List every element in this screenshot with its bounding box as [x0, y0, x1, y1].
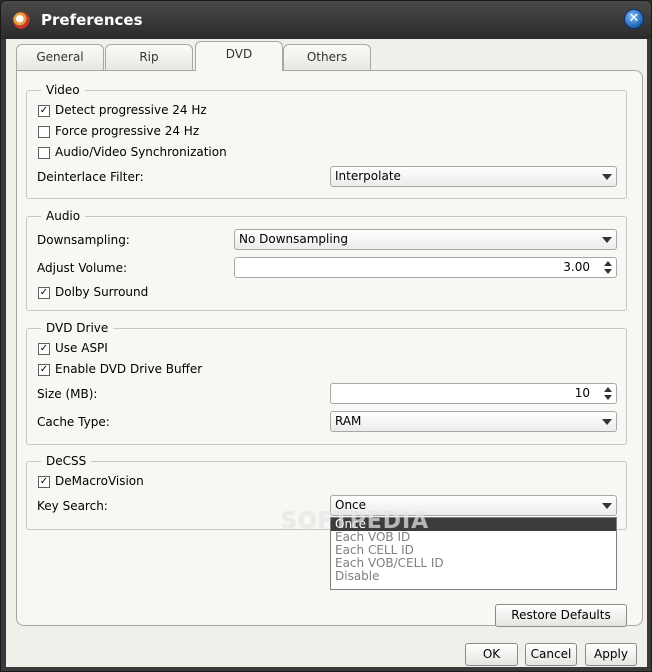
adjust-volume-value: 3.00	[563, 260, 590, 274]
chevron-down-icon	[602, 503, 612, 509]
dolby-surround-checkbox[interactable]: ✓	[38, 287, 50, 299]
size-spinner[interactable]: 10	[330, 383, 617, 404]
use-aspi-label: Use ASPI	[55, 341, 108, 355]
force-progressive-label: Force progressive 24 Hz	[55, 124, 200, 138]
dvd-drive-group-title: DVD Drive	[46, 321, 109, 335]
tab-rip[interactable]: Rip	[105, 44, 193, 70]
size-label: Size (MB):	[37, 387, 98, 401]
downsampling-value: No Downsampling	[239, 232, 348, 246]
chevron-down-icon	[602, 419, 612, 425]
deinterlace-value: Interpolate	[335, 169, 401, 183]
key-search-option[interactable]: Disable	[331, 570, 616, 583]
spin-down-icon[interactable]	[604, 395, 612, 400]
demacrovision-label: DeMacroVision	[55, 474, 144, 488]
use-aspi-checkbox[interactable]: ✓	[38, 343, 50, 355]
downsampling-select[interactable]: No Downsampling	[234, 229, 617, 250]
enable-buffer-checkbox[interactable]: ✓	[38, 364, 50, 376]
app-icon	[13, 12, 30, 29]
force-progressive-checkbox[interactable]	[38, 126, 50, 138]
window-title: Preferences	[41, 11, 143, 29]
spin-down-icon[interactable]	[604, 269, 612, 274]
detect-progressive-checkbox[interactable]: ✓	[38, 105, 50, 117]
spin-up-icon[interactable]	[604, 387, 612, 392]
preferences-window: Preferences ✕ General Rip DVD Others Vid…	[0, 0, 652, 672]
tab-others[interactable]: Others	[283, 44, 371, 70]
cancel-button[interactable]: Cancel	[525, 643, 577, 666]
tab-general[interactable]: General	[16, 44, 104, 70]
apply-button[interactable]: Apply	[585, 643, 637, 666]
title-bar: Preferences ✕	[1, 1, 651, 39]
audio-group-title: Audio	[46, 209, 81, 223]
detect-progressive-label: Detect progressive 24 Hz	[55, 103, 207, 117]
tab-dvd[interactable]: DVD	[195, 41, 283, 71]
size-value: 10	[574, 386, 590, 400]
dolby-surround-label: Dolby Surround	[55, 285, 149, 299]
chevron-down-icon	[602, 237, 612, 243]
downsampling-label: Downsampling:	[37, 233, 130, 247]
cache-type-select[interactable]: RAM	[330, 411, 617, 432]
adjust-volume-spinner[interactable]: 3.00	[234, 257, 617, 278]
av-sync-checkbox[interactable]	[38, 147, 50, 159]
av-sync-label: Audio/Video Synchronization	[55, 145, 227, 159]
ok-button[interactable]: OK	[465, 643, 518, 666]
adjust-volume-label: Adjust Volume:	[37, 261, 127, 275]
deinterlace-select[interactable]: Interpolate	[330, 166, 617, 187]
video-group-title: Video	[46, 83, 80, 97]
key-search-label: Key Search:	[37, 499, 108, 513]
cache-type-value: RAM	[335, 414, 362, 428]
restore-defaults-button[interactable]: Restore Defaults	[495, 604, 627, 627]
spin-up-icon[interactable]	[604, 261, 612, 266]
enable-buffer-label: Enable DVD Drive Buffer	[55, 362, 203, 376]
close-button[interactable]: ✕	[624, 9, 644, 29]
decss-group-title: DeCSS	[46, 454, 87, 468]
cache-type-label: Cache Type:	[37, 415, 110, 429]
chevron-down-icon	[602, 174, 612, 180]
demacrovision-checkbox[interactable]: ✓	[38, 476, 50, 488]
deinterlace-label: Deinterlace Filter:	[37, 170, 144, 184]
watermark: SOFTPEDIA	[281, 509, 430, 534]
